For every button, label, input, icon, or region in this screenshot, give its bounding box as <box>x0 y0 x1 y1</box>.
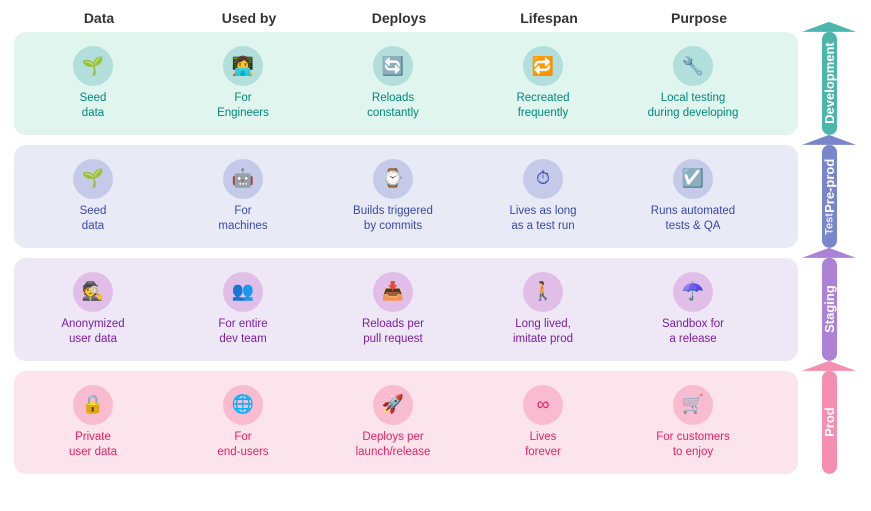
grid-cell: 🌱 Seed data <box>18 40 168 127</box>
section-prod: 🔒 Private user data 🌐 For end-users 🚀 Deploys… <box>14 371 857 474</box>
cell-label: Lives as long as a test run <box>509 204 576 234</box>
cell-label: Seed data <box>80 204 107 234</box>
grid-cell: 🔒 Private user data <box>18 379 168 466</box>
grid-cell: 🌐 For end-users <box>168 379 318 466</box>
label-col-staging: Staging <box>802 258 857 361</box>
cell-label: Builds triggered by commits <box>353 204 433 234</box>
grid-cell: ⏱ Lives as long as a test run <box>468 153 618 240</box>
header-row: DataUsed byDeploysLifespanPurpose <box>24 10 797 26</box>
cell-icon: 🕵️ <box>73 272 113 312</box>
cell-label: For Engineers <box>217 91 269 121</box>
grid-cell: 👥 For entire dev team <box>168 266 318 353</box>
column-header: Used by <box>174 10 324 26</box>
cell-icon: 🚶 <box>523 272 563 312</box>
grid-cell: ☂️ Sandbox for a release <box>618 266 768 353</box>
cell-label: Reloads per pull request <box>362 317 424 347</box>
cell-icon: 👥 <box>223 272 263 312</box>
section-label-staging: Staging <box>822 258 837 361</box>
grid-test: 🌱 Seed data 🤖 For machines ⌚ Builds triggered… <box>14 145 798 248</box>
section-test: 🌱 Seed data 🤖 For machines ⌚ Builds triggered… <box>14 145 857 248</box>
grid-cell: 🚀 Deploys per launch/release <box>318 379 468 466</box>
cell-icon: 🌐 <box>223 385 263 425</box>
cell-icon: 🔧 <box>673 46 713 86</box>
cell-icon: 🛒 <box>673 385 713 425</box>
cell-label: Seed data <box>80 91 107 121</box>
section-label-development: Development <box>822 32 837 135</box>
section-staging: 🕵️ Anonymized user data 👥 For entire dev te… <box>14 258 857 361</box>
cell-label: Long lived, imitate prod <box>513 317 573 347</box>
section-development: 🌱 Seed data 👩‍💻 For Engineers 🔄 Reloads const… <box>14 32 857 135</box>
grid-cell: 🌱 Seed data <box>18 153 168 240</box>
section-label-prod: Prod <box>822 371 837 474</box>
cell-label: For entire dev team <box>218 317 267 347</box>
grid-cell: ∞ Lives forever <box>468 379 618 466</box>
grid-development: 🌱 Seed data 👩‍💻 For Engineers 🔄 Reloads const… <box>14 32 798 135</box>
cell-icon: ⌚ <box>373 159 413 199</box>
grid-cell: 🛒 For customers to enjoy <box>618 379 768 466</box>
cell-icon: ∞ <box>523 385 563 425</box>
cell-label: For customers to enjoy <box>656 430 730 460</box>
label-col-test: TestPre-prod <box>802 145 857 248</box>
cell-label: Private user data <box>69 430 117 460</box>
cell-icon: 🚀 <box>373 385 413 425</box>
grid-cell: 🔁 Recreated frequently <box>468 40 618 127</box>
cell-icon: 🌱 <box>73 159 113 199</box>
cell-icon: 🌱 <box>73 46 113 86</box>
cell-icon: 🔁 <box>523 46 563 86</box>
grid-prod: 🔒 Private user data 🌐 For end-users 🚀 Deploys… <box>14 371 798 474</box>
grid-cell: 🔧 Local testing during developing <box>618 40 768 127</box>
cell-label: Reloads constantly <box>367 91 419 121</box>
cell-label: Lives forever <box>525 430 561 460</box>
cell-label: Recreated frequently <box>516 91 569 121</box>
grid-cell: ☑️ Runs automated tests & QA <box>618 153 768 240</box>
grid-cell: 🔄 Reloads constantly <box>318 40 468 127</box>
cell-label: Anonymized user data <box>61 317 124 347</box>
cell-icon: 🤖 <box>223 159 263 199</box>
cell-icon: 🔄 <box>373 46 413 86</box>
grid-cell: 🤖 For machines <box>168 153 318 240</box>
cell-label: Deploys per launch/release <box>356 430 431 460</box>
cell-label: For end-users <box>217 430 268 460</box>
cell-label: Runs automated tests & QA <box>651 204 735 234</box>
grid-cell: 🕵️ Anonymized user data <box>18 266 168 353</box>
cell-icon: ☑️ <box>673 159 713 199</box>
column-header: Data <box>24 10 174 26</box>
column-header: Purpose <box>624 10 774 26</box>
cell-label: Sandbox for a release <box>662 317 724 347</box>
grid-cell: 🚶 Long lived, imitate prod <box>468 266 618 353</box>
cell-icon: 👩‍💻 <box>223 46 263 86</box>
cell-label: Local testing during developing <box>648 91 739 121</box>
grid-cell: 👩‍💻 For Engineers <box>168 40 318 127</box>
cell-icon: 🔒 <box>73 385 113 425</box>
grid-cell: ⌚ Builds triggered by commits <box>318 153 468 240</box>
cell-icon: ⏱ <box>523 159 563 199</box>
column-header: Deploys <box>324 10 474 26</box>
label-col-prod: Prod <box>802 371 857 474</box>
cell-icon: ☂️ <box>673 272 713 312</box>
cell-label: For machines <box>218 204 267 234</box>
grid-cell: 📥 Reloads per pull request <box>318 266 468 353</box>
column-header: Lifespan <box>474 10 624 26</box>
section-label-test: TestPre-prod <box>822 145 837 248</box>
table-container: DataUsed byDeploysLifespanPurpose 🌱 Seed … <box>0 0 871 511</box>
label-col-development: Development <box>802 32 857 135</box>
grid-staging: 🕵️ Anonymized user data 👥 For entire dev te… <box>14 258 798 361</box>
cell-icon: 📥 <box>373 272 413 312</box>
